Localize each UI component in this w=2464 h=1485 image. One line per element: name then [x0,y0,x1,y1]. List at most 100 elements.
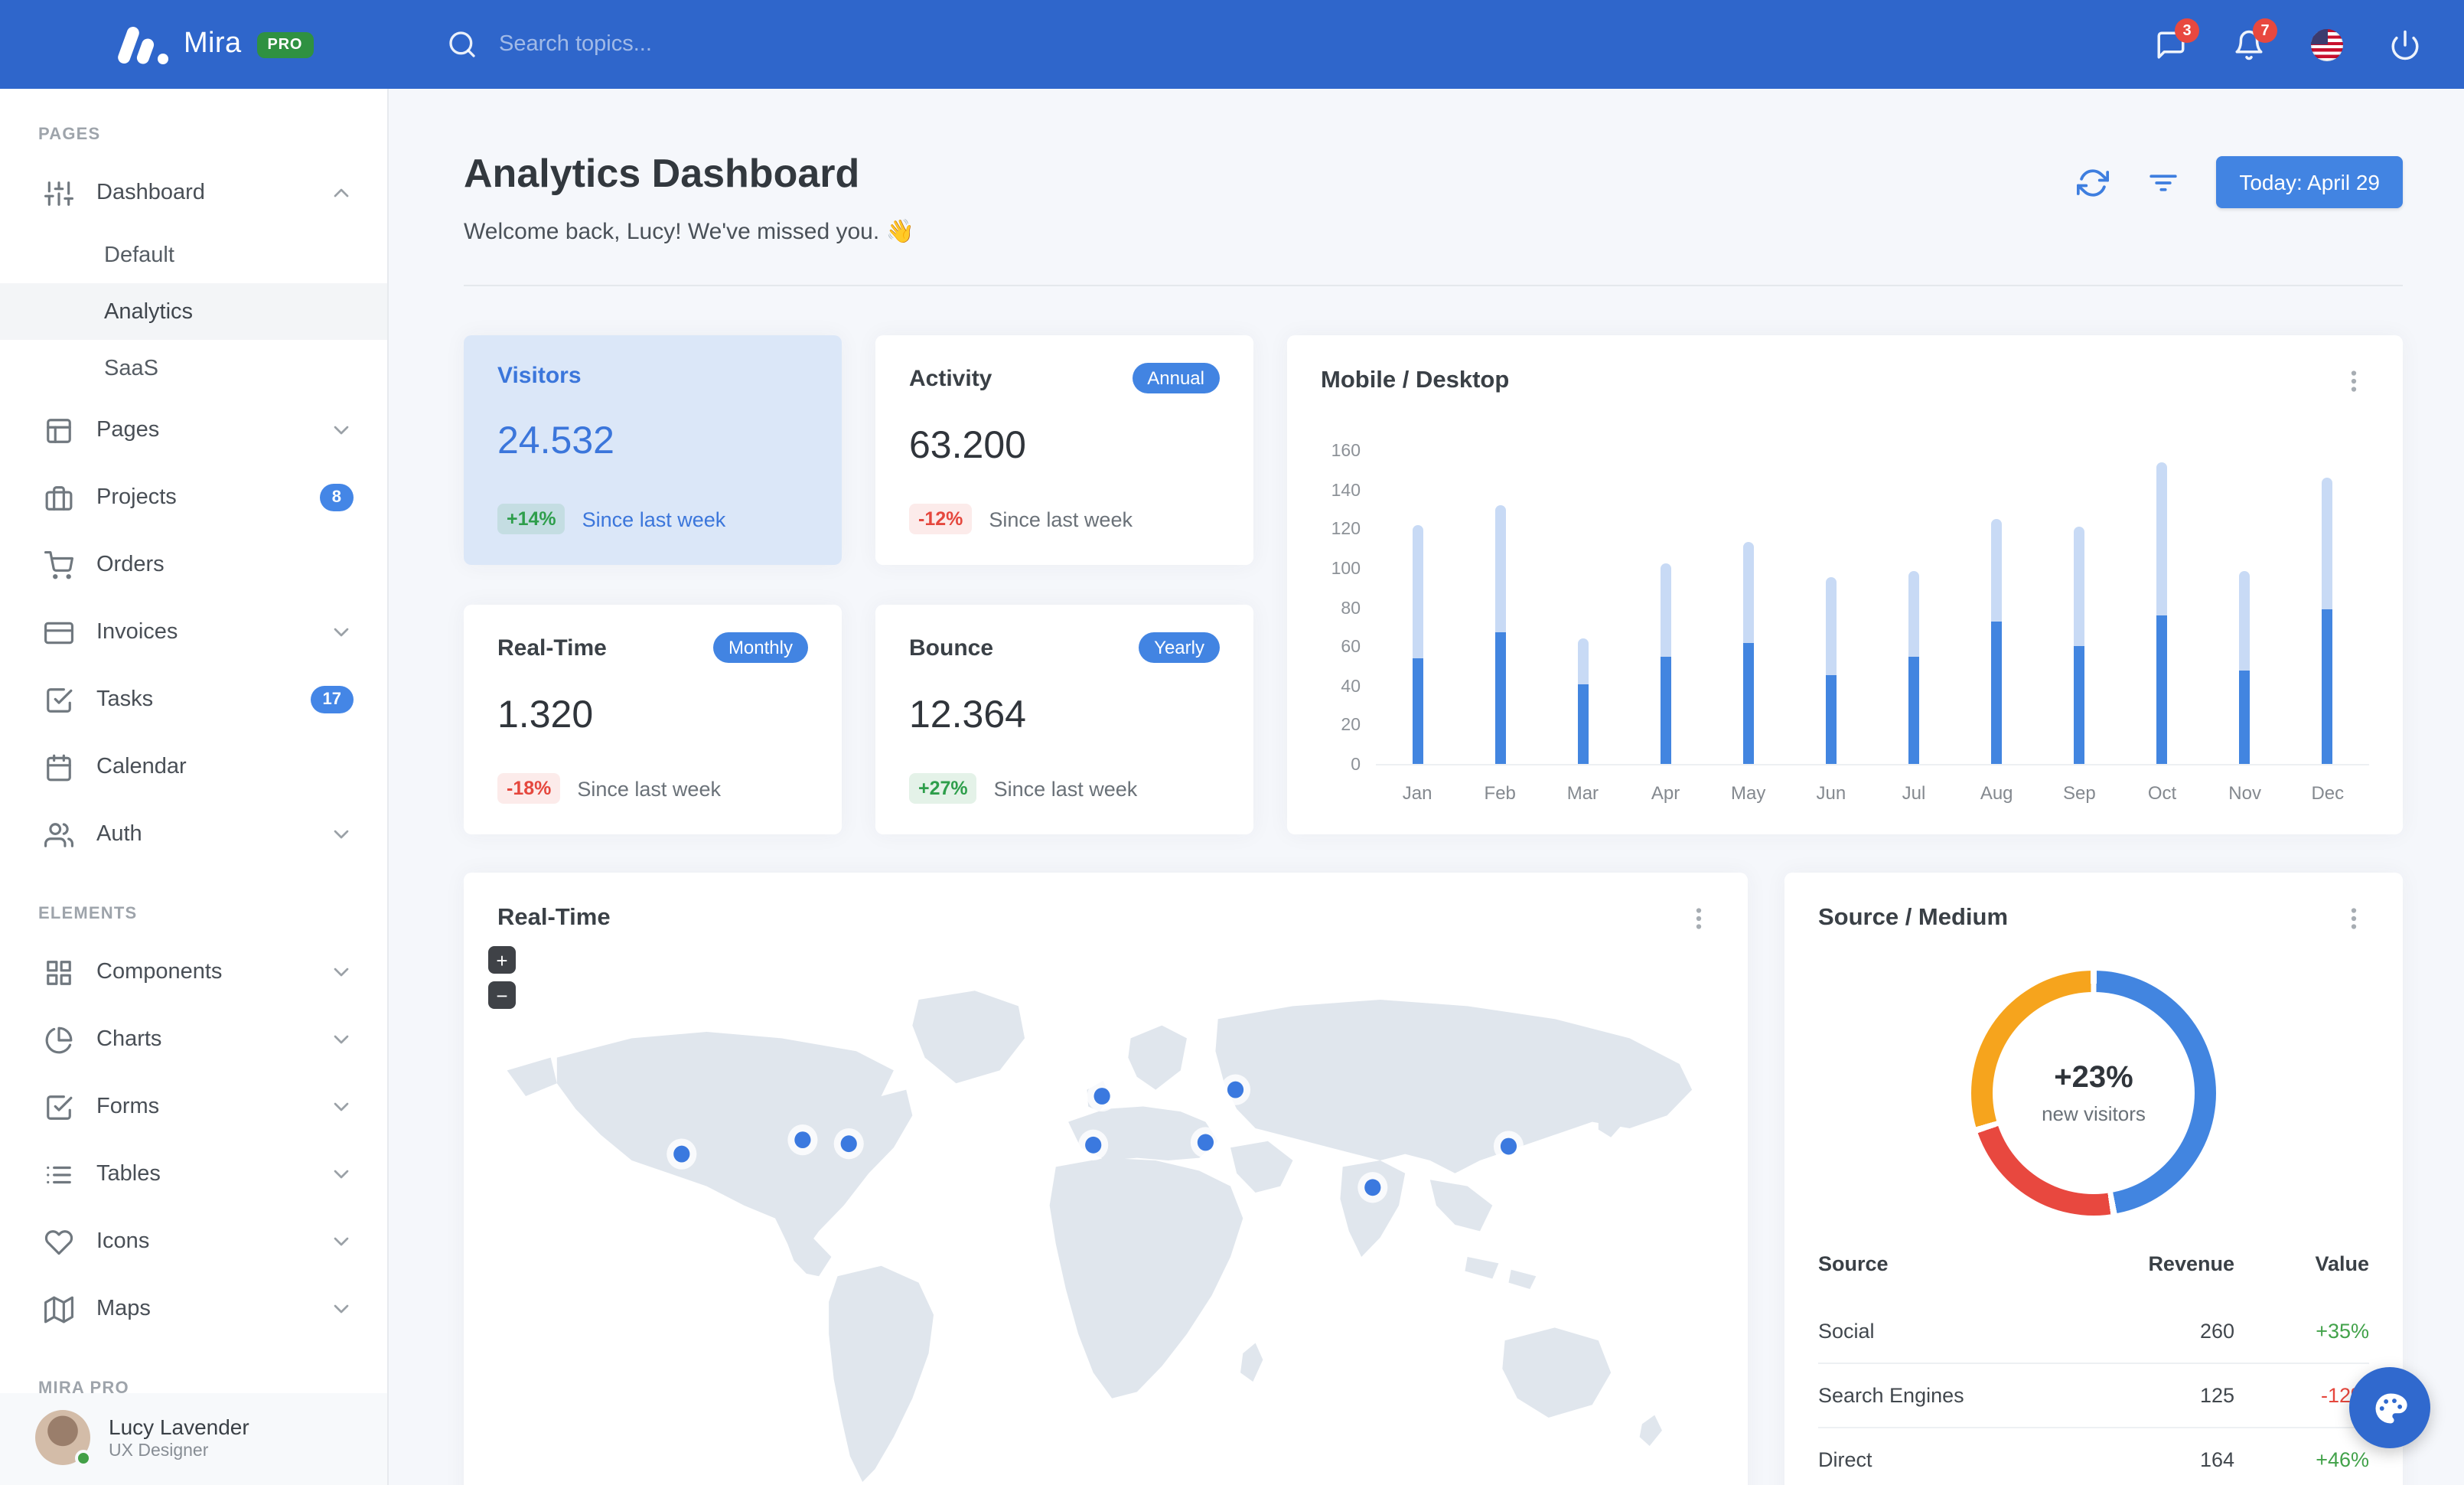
sidebar-item-charts[interactable]: Charts [0,1006,387,1073]
map-title: Real-Time [497,905,611,931]
table-row-social[interactable]: Social 260 +35% [1818,1300,2369,1363]
sidebar-subitem-analytics[interactable]: Analytics [0,283,387,340]
source-medium-title: Source / Medium [1818,905,2009,931]
sidebar-item-projects[interactable]: Projects 8 [0,464,387,531]
sidebar-item-invoices[interactable]: Invoices [0,599,387,666]
sidebar-item-label: Dashboard [96,181,205,205]
messages-count-badge: 3 [2175,18,2199,43]
map-marker[interactable] [1087,1080,1117,1112]
sidebar-item-dashboard[interactable]: Dashboard [0,159,387,227]
stat-value: 63.200 [909,424,1026,467]
sidebar-item-tasks[interactable]: Tasks 17 [0,666,387,733]
bar-may[interactable] [1707,452,1790,764]
sidebar-item-tables[interactable]: Tables [0,1141,387,1208]
map-marker[interactable] [1078,1129,1109,1160]
cell-revenue: 164 [2100,1427,2234,1485]
source-menu-button[interactable] [2339,903,2369,934]
notifications-count-badge: 7 [2253,18,2277,43]
bar-jan[interactable] [1376,452,1459,764]
map-marker[interactable] [667,1138,697,1170]
bar-oct[interactable] [2120,452,2203,764]
bar-nov[interactable] [2204,452,2286,764]
messages-button[interactable]: 3 [2153,18,2199,61]
credit-card-icon [44,618,73,647]
stat-period-badge[interactable]: Annual [1132,363,1220,393]
map-marker[interactable] [833,1128,864,1160]
col-value: Value [2315,1252,2369,1275]
sidebar-item-orders[interactable]: Orders [0,531,387,599]
user-panel[interactable]: Lucy Lavender UX Designer [0,1393,387,1485]
kebab-icon [1696,908,1702,929]
bar-mar[interactable] [1541,452,1624,764]
chart-menu-button[interactable] [2339,366,2369,397]
map-marker[interactable] [787,1124,818,1156]
mobile-desktop-chart-card: Mobile / Desktop 160 140 120 100 80 60 40 20 0 J… [1287,335,2403,834]
col-revenue: Revenue [2148,1252,2234,1275]
map-menu-button[interactable] [1683,903,1714,934]
search [447,29,2153,60]
world-map[interactable] [482,968,1729,1485]
donut-center-value: +23% [2054,1061,2133,1095]
desktop-segment [1412,524,1423,658]
sidebar-item-calendar[interactable]: Calendar [0,733,387,801]
bar-dec[interactable] [2286,452,2369,764]
stat-caption: Since last week [993,777,1138,800]
header-actions: Today: April 29 [2075,156,2403,208]
bar-chart: 160 140 120 100 80 60 40 20 0 Jan Feb Mar Apr May Jun… [1321,442,2369,804]
zoom-out-button[interactable]: − [488,981,516,1009]
bar-apr[interactable] [1624,452,1706,764]
notifications-button[interactable]: 7 [2231,18,2277,61]
chevron-down-icon [329,1027,354,1052]
sidebar-item-components[interactable]: Components [0,938,387,1006]
chevron-down-icon [329,1229,354,1254]
bar-jun[interactable] [1790,452,1872,764]
sidebar-item-label: Tasks [96,687,154,712]
bar-sep[interactable] [2038,452,2120,764]
language-button[interactable] [2309,28,2343,61]
briefcase-icon [44,483,73,512]
search-input[interactable] [499,32,989,57]
stat-period-badge[interactable]: Monthly [712,632,808,663]
brand[interactable]: Mira PRO [0,24,389,66]
chevron-down-icon [329,418,354,442]
map-marker[interactable] [1190,1127,1221,1158]
sign-out-button[interactable] [2387,28,2421,61]
sidebar-section-label: PAGES [38,126,101,144]
sidebar-item-auth[interactable]: Auth [0,801,387,868]
desktop-segment [2322,478,2333,609]
theme-settings-fab[interactable] [2349,1367,2430,1448]
refresh-icon [2076,168,2109,196]
mobile-segment [2074,646,2085,764]
mobile-segment [2239,670,2251,764]
x-tick-label: Oct [2147,782,2177,804]
shopping-cart-icon [44,550,73,579]
sidebar-item-label: Components [96,960,223,984]
sidebar-item-pages[interactable]: Pages [0,397,387,464]
refresh-button[interactable] [2075,165,2109,199]
grid-icon [44,958,73,987]
stat-period-badge[interactable]: Yearly [1139,632,1220,663]
sidebar-item-label: Pages [96,418,160,442]
sidebar-item-maps[interactable]: Maps [0,1275,387,1343]
sidebar-subitem-default[interactable]: Default [0,227,387,283]
map-marker[interactable] [1493,1131,1524,1162]
map-marker[interactable] [1220,1074,1251,1105]
date-range-button[interactable]: Today: April 29 [2216,156,2403,208]
bar-feb[interactable] [1459,452,1541,764]
users-icon [44,820,73,849]
table-row-search-engines[interactable]: Search Engines 125 -12% [1818,1363,2369,1428]
zoom-in-button[interactable]: + [488,946,516,974]
filter-button[interactable] [2146,165,2179,199]
kebab-icon [2351,908,2357,929]
desktop-segment [1991,518,2003,621]
table-row-direct[interactable]: Direct 164 +46% [1818,1427,2369,1485]
bar-jul[interactable] [1872,452,1955,764]
sidebar: PAGES Dashboard Default Analytics SaaS Pages P… [0,89,389,1485]
sidebar-item-icons[interactable]: Icons [0,1208,387,1275]
bar-aug[interactable] [1955,452,2038,764]
sidebar-subitem-saas[interactable]: SaaS [0,340,387,397]
map-marker[interactable] [1357,1172,1388,1203]
sidebar-item-forms[interactable]: Forms [0,1073,387,1141]
y-tick-label: 20 [1341,716,1361,736]
x-tick-label: Apr [1651,782,1680,804]
